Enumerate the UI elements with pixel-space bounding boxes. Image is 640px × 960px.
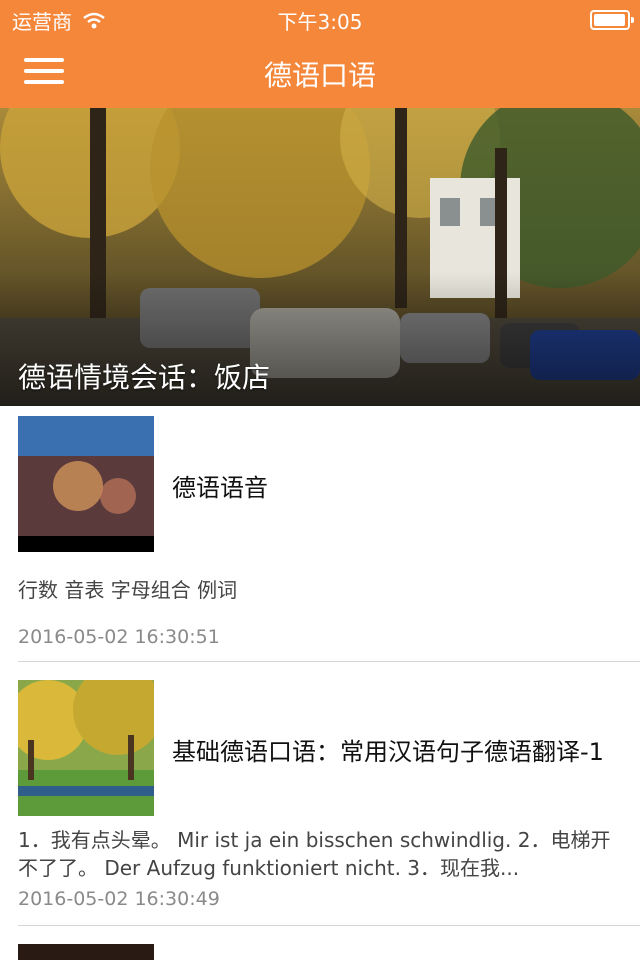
battery-icon: [590, 10, 634, 30]
article-description: 行数 音表 字母组合 例词: [18, 578, 238, 602]
article-title: 德语语音: [172, 474, 268, 502]
article-title: 基础德语口语：常用汉语句子德语翻译-1: [172, 738, 604, 766]
page-title: 德语口语: [263, 59, 376, 92]
list-item[interactable]: 基础德语口语：常用汉语句子德语翻译-1 1．我有点头晕。 Mir ist ja …: [0, 662, 640, 926]
article-description: 1．我有点头晕。 Mir ist ja ein bisschen schwind…: [18, 828, 611, 880]
status-bar: 运营商 下午3:05: [0, 0, 640, 40]
status-time: 下午3:05: [277, 10, 363, 34]
article-thumbnail: [18, 944, 154, 960]
hero-caption: 德语情境会话：饭店: [18, 361, 271, 394]
article-timestamp: 2016-05-02 16:30:49: [18, 888, 220, 910]
navigation-bar: 德语口语: [0, 40, 640, 108]
hero-banner[interactable]: 德语情境会话：饭店: [0, 108, 640, 406]
list-item[interactable]: [0, 926, 640, 960]
article-timestamp: 2016-05-02 16:30:51: [18, 626, 220, 648]
article-thumbnail: [18, 416, 154, 552]
article-thumbnail: [18, 680, 154, 816]
list-item[interactable]: 德语语音 行数 音表 字母组合 例词 2016-05-02 16:30:51: [0, 406, 640, 662]
